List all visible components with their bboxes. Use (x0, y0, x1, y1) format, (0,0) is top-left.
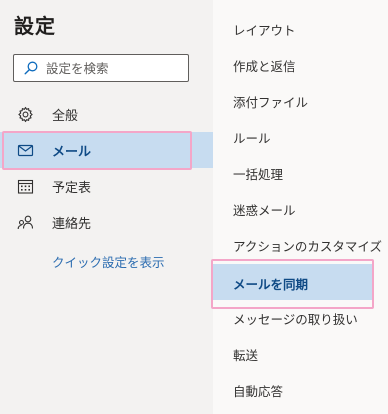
mail-icon (17, 144, 34, 157)
nav-item-label: 全般 (52, 109, 79, 124)
mail-setting-label: 自動応答 (233, 384, 284, 399)
mail-setting-label: メールを同期 (233, 277, 309, 292)
nav-item-calendar[interactable]: 予定表 (0, 168, 213, 204)
mail-setting-label: ルール (233, 131, 271, 146)
mail-setting-message-handling[interactable]: メッセージの取り扱い (213, 299, 372, 335)
nav-item-label: 連絡先 (52, 217, 92, 232)
gear-icon (18, 106, 33, 123)
nav-item-label: メール (52, 145, 92, 160)
nav-item-general[interactable]: 全般 (0, 96, 213, 132)
nav-item-label: 予定表 (52, 181, 92, 196)
mail-setting-label: メッセージの取り扱い (233, 312, 358, 327)
mail-setting-layout[interactable]: レイアウト (213, 10, 372, 46)
mail-setting-label: 一括処理 (233, 167, 284, 182)
mail-setting-compose-reply[interactable]: 作成と返信 (213, 46, 372, 82)
mail-setting-sync-email[interactable]: メールを同期 (213, 264, 372, 300)
mail-setting-junk-email[interactable]: 迷惑メール (213, 190, 372, 226)
quick-settings-link[interactable]: クイック設定を表示 (52, 252, 165, 271)
calendar-icon (17, 179, 34, 194)
mail-setting-label: 転送 (233, 348, 259, 363)
nav-item-people[interactable]: 連絡先 (0, 204, 213, 240)
search-input[interactable] (46, 58, 184, 78)
mail-setting-label: 迷惑メール (233, 203, 296, 218)
mail-setting-label: レイアウト (233, 23, 296, 38)
settings-title: 設定 (14, 14, 56, 38)
mail-setting-customize-actions[interactable]: アクションのカスタマイズ (213, 226, 382, 262)
search-icon (24, 61, 38, 75)
mail-setting-attachments[interactable]: 添付ファイル (213, 82, 372, 118)
mail-setting-sweep[interactable]: 一括処理 (213, 154, 372, 190)
mail-setting-rules[interactable]: ルール (213, 118, 372, 154)
people-icon (17, 215, 34, 230)
nav-item-mail[interactable]: メール (0, 132, 213, 168)
settings-search-box[interactable] (13, 54, 189, 82)
mail-setting-automatic-replies[interactable]: 自動応答 (213, 371, 372, 407)
mail-setting-forwarding[interactable]: 転送 (213, 335, 372, 371)
mail-setting-label: 添付ファイル (233, 95, 309, 110)
mail-setting-label: 作成と返信 (233, 59, 296, 74)
mail-setting-label: アクションのカスタマイズ (233, 239, 383, 254)
